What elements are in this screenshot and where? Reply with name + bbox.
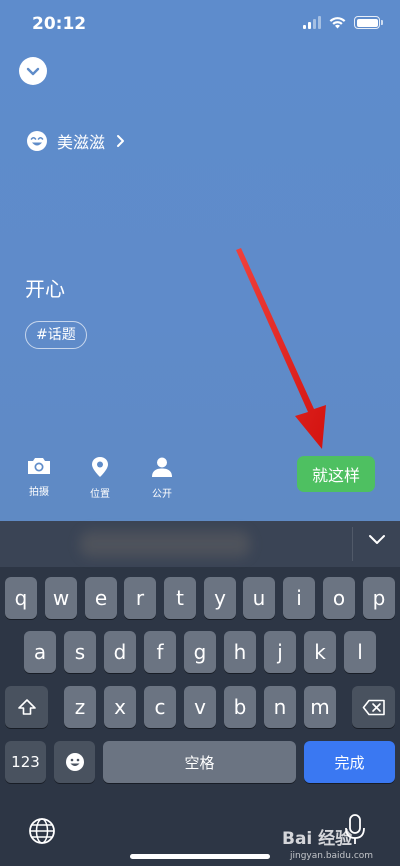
status-icons bbox=[303, 16, 383, 29]
person-icon bbox=[152, 457, 172, 477]
submit-button[interactable]: 就这样 bbox=[297, 456, 375, 492]
watermark-brand: Bai 经验 bbox=[282, 829, 353, 849]
key-z[interactable]: z bbox=[64, 686, 96, 728]
location-pin-icon bbox=[92, 457, 108, 477]
location-label: 位置 bbox=[90, 489, 110, 500]
emoji-icon bbox=[65, 753, 84, 771]
key-i[interactable]: i bbox=[283, 577, 315, 619]
topic-tag-button[interactable]: #话题 bbox=[25, 321, 87, 349]
key-v[interactable]: v bbox=[184, 686, 216, 728]
shift-icon bbox=[17, 699, 36, 715]
key-t[interactable]: t bbox=[164, 577, 196, 619]
cellular-signal-icon bbox=[303, 16, 321, 29]
key-k[interactable]: k bbox=[304, 631, 336, 673]
space-key[interactable]: 空格 bbox=[103, 741, 296, 783]
globe-icon[interactable] bbox=[28, 817, 56, 845]
key-x[interactable]: x bbox=[104, 686, 136, 728]
key-g[interactable]: g bbox=[184, 631, 216, 673]
key-y[interactable]: y bbox=[204, 577, 236, 619]
key-b[interactable]: b bbox=[224, 686, 256, 728]
collapse-button[interactable] bbox=[19, 57, 47, 85]
key-o[interactable]: o bbox=[323, 577, 355, 619]
key-w[interactable]: w bbox=[45, 577, 77, 619]
keyboard: q w e r t y u i o p a s d f g h j k l z … bbox=[0, 521, 400, 866]
key-u[interactable]: u bbox=[243, 577, 275, 619]
key-j[interactable]: j bbox=[264, 631, 296, 673]
key-s[interactable]: s bbox=[64, 631, 96, 673]
done-key[interactable]: 完成 bbox=[304, 741, 395, 783]
home-indicator[interactable] bbox=[130, 854, 270, 859]
key-m[interactable]: m bbox=[304, 686, 336, 728]
shift-key[interactable] bbox=[5, 686, 48, 728]
backspace-icon bbox=[362, 699, 385, 715]
smiley-icon bbox=[27, 131, 47, 151]
key-e[interactable]: e bbox=[85, 577, 117, 619]
camera-icon bbox=[28, 458, 50, 474]
visibility-button[interactable]: 公开 bbox=[142, 456, 182, 500]
chevron-down-icon bbox=[26, 67, 40, 75]
key-l[interactable]: l bbox=[344, 631, 376, 673]
key-r[interactable]: r bbox=[124, 577, 156, 619]
battery-icon bbox=[354, 16, 383, 29]
key-n[interactable]: n bbox=[264, 686, 296, 728]
camera-button[interactable]: 拍摄 bbox=[19, 456, 59, 498]
composer-area: 20:12 美滋滋 开心 #话题 拍摄 位置 公开 就这样 bbox=[0, 0, 400, 521]
location-button[interactable]: 位置 bbox=[80, 456, 120, 500]
mood-selector[interactable]: 美滋滋 bbox=[26, 129, 125, 153]
key-p[interactable]: p bbox=[363, 577, 395, 619]
emoji-key[interactable] bbox=[54, 741, 95, 783]
keyboard-collapse-icon[interactable] bbox=[368, 533, 386, 545]
key-d[interactable]: d bbox=[104, 631, 136, 673]
status-time: 20:12 bbox=[32, 14, 87, 34]
key-h[interactable]: h bbox=[224, 631, 256, 673]
wifi-icon bbox=[329, 17, 346, 29]
mood-label: 美滋滋 bbox=[57, 133, 106, 152]
chevron-right-icon bbox=[117, 135, 125, 147]
status-bar: 20:12 bbox=[0, 0, 400, 50]
key-f[interactable]: f bbox=[144, 631, 176, 673]
key-q[interactable]: q bbox=[5, 577, 37, 619]
key-c[interactable]: c bbox=[144, 686, 176, 728]
screen: 20:12 美滋滋 开心 #话题 拍摄 位置 公开 就这样 q w e r t … bbox=[0, 0, 400, 866]
camera-label: 拍摄 bbox=[29, 487, 49, 498]
delete-key[interactable] bbox=[352, 686, 395, 728]
numbers-key[interactable]: 123 bbox=[5, 741, 46, 783]
suggestion-bar bbox=[0, 521, 400, 567]
key-a[interactable]: a bbox=[24, 631, 56, 673]
post-text-input[interactable]: 开心 bbox=[25, 273, 65, 302]
watermark-url: jingyan.baidu.com bbox=[290, 851, 374, 861]
public-label: 公开 bbox=[152, 489, 172, 500]
